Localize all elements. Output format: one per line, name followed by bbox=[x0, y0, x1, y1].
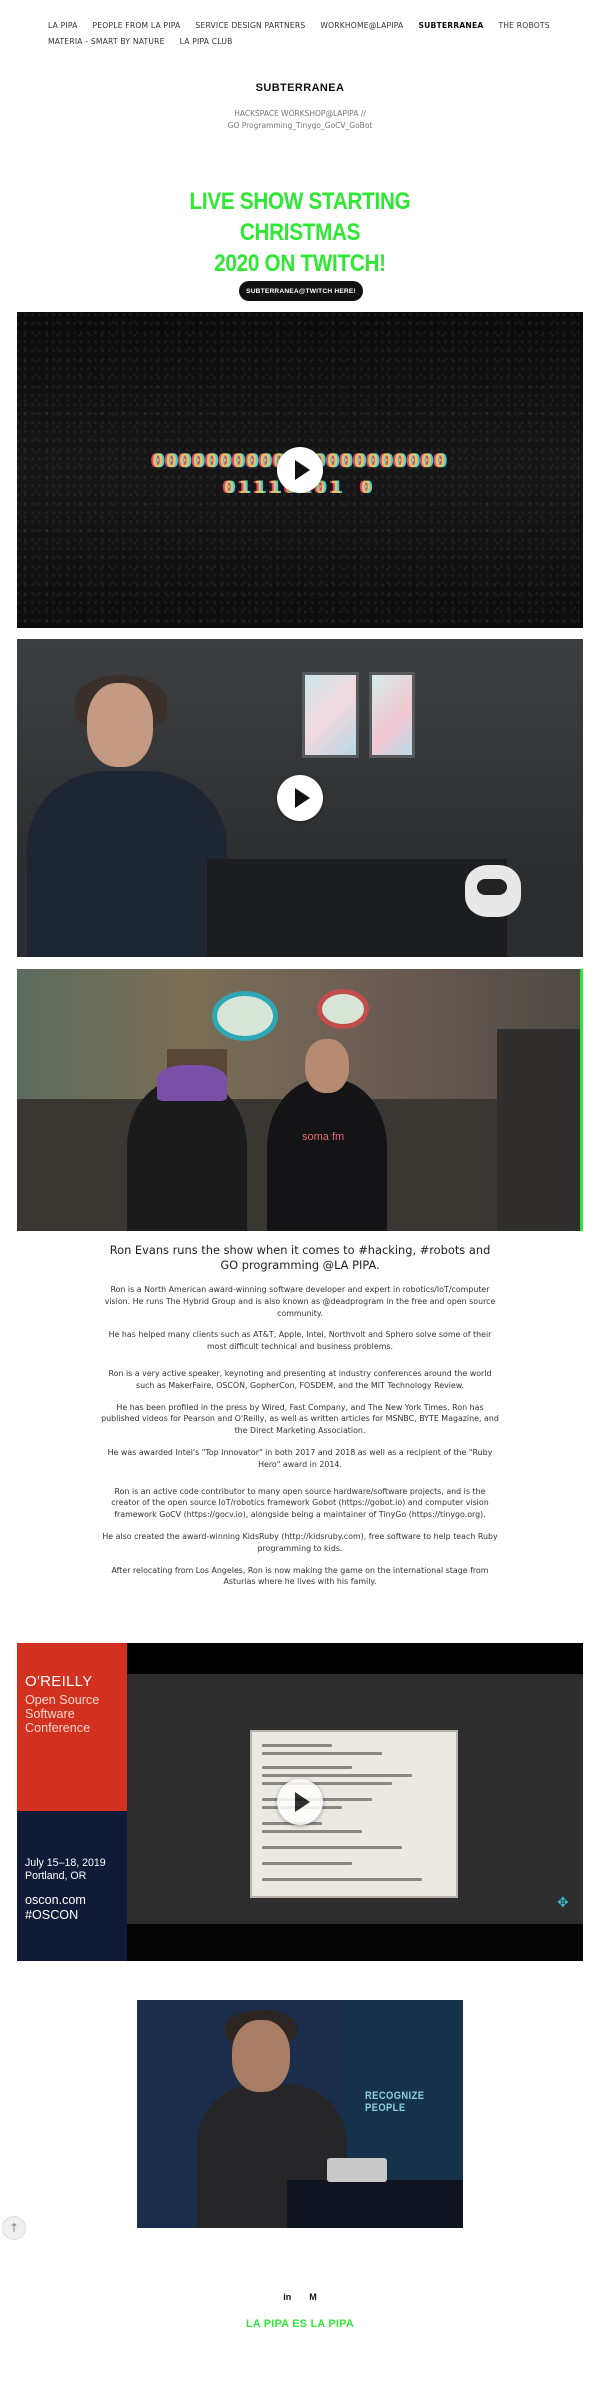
conference-hashtag: #OSCON bbox=[25, 1908, 79, 1922]
artwork-frame-1 bbox=[302, 672, 359, 758]
headline-line-2: 2020 ON TWITCH! bbox=[214, 250, 386, 277]
scroll-to-top-button[interactable]: ↑ bbox=[2, 2216, 26, 2240]
twitch-link-button[interactable]: SUBTERRANEA@TWITCH HERE! bbox=[239, 281, 363, 301]
conference-name-line-1: Open Source bbox=[25, 1693, 100, 1707]
speaker-photo: RECOGNIZE PEOPLE bbox=[137, 2000, 463, 2228]
code-line bbox=[262, 1744, 332, 1747]
headline-line-1: LIVE SHOW STARTING CHRISTMAS bbox=[189, 188, 411, 246]
speaker-torso bbox=[27, 771, 227, 957]
video-oscon[interactable]: O'REILLY Open Source Software Conference… bbox=[17, 1643, 583, 1961]
code-line bbox=[262, 1774, 412, 1777]
nav-item-robots[interactable]: THE ROBOTS bbox=[498, 18, 549, 34]
slide-text: RECOGNIZE PEOPLE bbox=[365, 2090, 425, 2114]
nav-item-materia[interactable]: MATERIA - SMART BY NATURE bbox=[48, 34, 165, 50]
graffiti-eye-1 bbox=[212, 991, 278, 1041]
speaker-figure bbox=[27, 675, 227, 957]
conference-date: July 15–18, 2019 Portland, OR bbox=[25, 1857, 125, 1883]
nav-item-club[interactable]: LA PIPA CLUB bbox=[180, 34, 233, 50]
linkedin-icon[interactable]: in bbox=[283, 2292, 291, 2302]
graffiti-eye-2 bbox=[317, 989, 369, 1029]
green-edge bbox=[580, 969, 583, 1231]
play-button-icon[interactable] bbox=[277, 447, 323, 493]
code-line bbox=[262, 1878, 422, 1881]
code-line bbox=[262, 1782, 392, 1785]
nav-item-service-design[interactable]: SERVICE DESIGN PARTNERS bbox=[195, 18, 305, 34]
conference-site: oscon.com #OSCON bbox=[25, 1893, 125, 1923]
robot-figure bbox=[465, 865, 521, 917]
main-nav: LA PIPA PEOPLE FROM LA PIPA SERVICE DESI… bbox=[48, 18, 588, 50]
code-line bbox=[262, 1752, 382, 1755]
bio-lead: Ron Evans runs the show when it comes to… bbox=[109, 1243, 491, 1272]
person-right bbox=[267, 1079, 387, 1231]
person-left-cap bbox=[157, 1065, 227, 1101]
conference-name-line-2: Software bbox=[25, 1707, 75, 1721]
nav-item-la-pipa[interactable]: LA PIPA bbox=[48, 18, 78, 34]
code-line bbox=[262, 1846, 402, 1849]
subtitle-line-1: HACKSPACE WORKSHOP@LAPIPA // bbox=[234, 109, 366, 118]
speaker-head bbox=[232, 2020, 290, 2092]
social-links: in M bbox=[0, 2292, 600, 2302]
shirt-print: soma fm bbox=[302, 1131, 345, 1143]
person-right-head bbox=[305, 1039, 349, 1093]
bio-paragraph: He has been profiled in the press by Wir… bbox=[101, 1402, 499, 1436]
medium-icon[interactable]: M bbox=[309, 2292, 317, 2302]
footer-tagline: LA PIPA ES LA PIPA bbox=[245, 2318, 355, 2330]
door bbox=[497, 1029, 583, 1231]
conference-site-url: oscon.com bbox=[25, 1893, 86, 1907]
oscon-panel: O'REILLY Open Source Software Conference… bbox=[17, 1643, 127, 1961]
bio-paragraph: He was awarded Intel's "Top Innovator" i… bbox=[107, 1447, 493, 1469]
conference-name: Open Source Software Conference bbox=[25, 1693, 125, 1735]
bio-paragraph: Ron is a North American award-winning so… bbox=[104, 1285, 496, 1318]
conference-name-line-3: Conference bbox=[25, 1721, 91, 1735]
video-glitch[interactable]: 0000000000000000000000 01110101 0 bbox=[17, 312, 583, 628]
bio-section: Ron Evans runs the show when it comes to… bbox=[100, 1243, 500, 1598]
desk bbox=[207, 859, 507, 957]
workshop-photo: soma fm bbox=[17, 969, 583, 1231]
code-line bbox=[262, 1830, 362, 1833]
nav-item-subterranea[interactable]: SUBTERRANEA bbox=[418, 18, 483, 34]
bio-paragraph: After relocating from Los Angeles, Ron i… bbox=[111, 1565, 489, 1587]
nav-row: LA PIPA PEOPLE FROM LA PIPA SERVICE DESI… bbox=[48, 18, 588, 50]
bio-paragraph: He also created the award-winning KidsRu… bbox=[102, 1531, 498, 1553]
conference-date-line-1: July 15–18, 2019 bbox=[25, 1857, 106, 1869]
page-subtitle: HACKSPACE WORKSHOP@LAPIPA // GO Programm… bbox=[0, 108, 600, 132]
nav-item-workhome[interactable]: WORKHOME@LAPIPA bbox=[320, 18, 403, 34]
page-title: SUBTERRANEA bbox=[255, 82, 345, 94]
nav-item-people[interactable]: PEOPLE FROM LA PIPA bbox=[93, 18, 181, 34]
play-button-icon[interactable] bbox=[277, 775, 323, 821]
subtitle-line-2: GO Programming_Tinygo_GoCV_GoBot bbox=[227, 121, 373, 130]
conference-date-line-2: Portland, OR bbox=[25, 1870, 87, 1882]
artwork-frame-2 bbox=[369, 672, 415, 758]
oreilly-brand: O'REILLY bbox=[25, 1673, 93, 1690]
laptop bbox=[327, 2158, 387, 2182]
video-portrait[interactable] bbox=[17, 639, 583, 957]
play-button-icon[interactable] bbox=[277, 1779, 323, 1825]
headline: LIVE SHOW STARTING CHRISTMAS 2020 ON TWI… bbox=[128, 186, 472, 279]
podium bbox=[287, 2180, 463, 2228]
person-left bbox=[127, 1079, 247, 1231]
bio-paragraph: Ron is an active code contributor to man… bbox=[111, 1486, 489, 1520]
bio-paragraph: Ron is a very active speaker, keynoting … bbox=[108, 1368, 492, 1390]
speaker-head bbox=[87, 683, 153, 767]
bio-paragraph: He has helped many clients such as AT&T,… bbox=[108, 1330, 492, 1352]
code-line bbox=[262, 1862, 352, 1865]
code-line bbox=[262, 1766, 352, 1769]
fullscreen-icon[interactable]: ✥ bbox=[557, 1895, 569, 1911]
